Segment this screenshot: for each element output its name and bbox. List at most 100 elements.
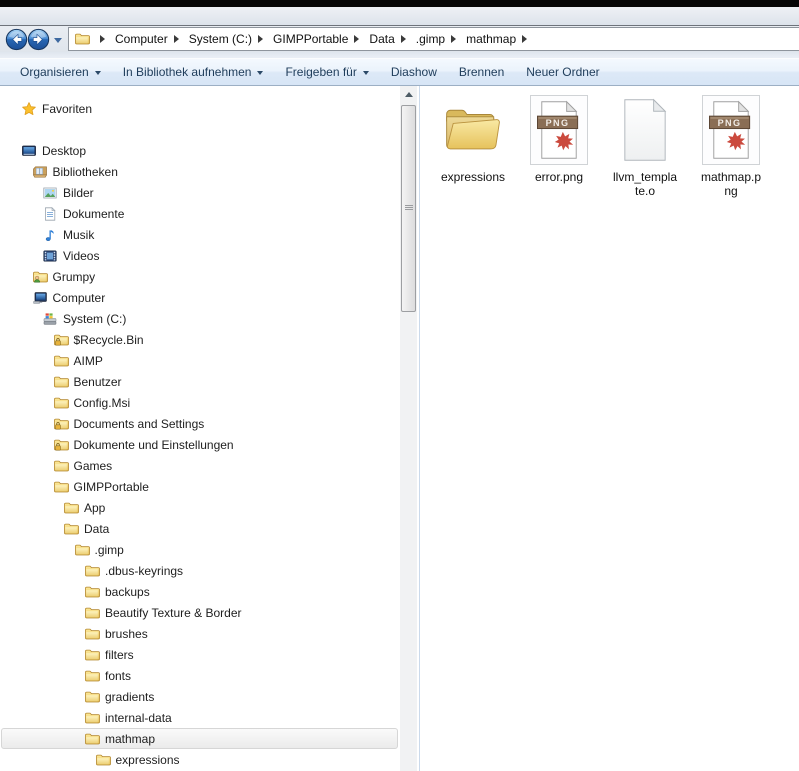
- chevron-down-icon: [257, 71, 263, 78]
- folder-icon: [84, 668, 100, 684]
- breadcrumb-item-data[interactable]: Data: [369, 32, 394, 46]
- address-bar[interactable]: Computer System (C:) GIMPPortable Data .gimp…: [68, 27, 799, 51]
- toolbar-button-freigeben-f-r[interactable]: Freigeben für: [274, 59, 379, 85]
- sidebar-item-favoriten[interactable]: Favoriten: [1, 98, 398, 119]
- file-item-error-png[interactable]: PNGerror.png: [521, 95, 597, 184]
- toolbar-button-label: Brennen: [459, 65, 504, 79]
- scroll-up-button[interactable]: [400, 88, 417, 101]
- file-item-mathmap-png[interactable]: PNGmathmap.png: [693, 95, 769, 198]
- sidebar-item-label: Config.Msi: [74, 396, 131, 410]
- sidebar-item-gimp[interactable]: .gimp: [1, 539, 398, 560]
- sidebar-item-bilder[interactable]: Bilder: [1, 182, 398, 203]
- sidebar-item-grumpy[interactable]: Grumpy: [1, 266, 398, 287]
- sidebar-item-aimp[interactable]: AIMP: [1, 350, 398, 371]
- sidebar-item-mathmap[interactable]: mathmap: [1, 728, 398, 749]
- toolbar-button-brennen[interactable]: Brennen: [448, 59, 515, 85]
- sidebar-item-dokumente-und-einstellungen[interactable]: Dokumente und Einstellungen: [1, 434, 398, 455]
- file-item-llvm-template-o[interactable]: llvm_template.o: [607, 95, 683, 198]
- folder-icon: [95, 752, 111, 768]
- sidebar-item-computer[interactable]: Computer: [1, 287, 398, 308]
- folder-icon: [84, 731, 100, 747]
- back-button[interactable]: [5, 28, 28, 51]
- sidebar-item-gimpportable[interactable]: GIMPPortable: [1, 476, 398, 497]
- sidebar-item-label: expressions: [116, 753, 180, 767]
- folder-icon: [84, 647, 100, 663]
- sidebar-item-dbus-keyrings[interactable]: .dbus-keyrings: [1, 560, 398, 581]
- scroll-up-arrow-icon: [405, 88, 413, 97]
- folder-icon: [84, 626, 100, 642]
- breadcrumb-separator-icon: [100, 35, 109, 43]
- sidebar-item-label: fonts: [105, 669, 131, 683]
- sidebar-item-label: Games: [74, 459, 113, 473]
- breadcrumb-item-computer[interactable]: Computer: [115, 32, 168, 46]
- sidebar-item-data[interactable]: Data: [1, 518, 398, 539]
- folder-lock-icon: [53, 416, 69, 432]
- toolbar-button-organisieren[interactable]: Organisieren: [9, 59, 112, 85]
- folder-lock-icon: [53, 437, 69, 453]
- png-file-icon: PNG: [530, 95, 588, 165]
- sidebar-item-system-c[interactable]: System (C:): [1, 308, 398, 329]
- sidebar-item-games[interactable]: Games: [1, 455, 398, 476]
- toolbar-button-in-bibliothek-aufnehmen[interactable]: In Bibliothek aufnehmen: [112, 59, 275, 85]
- sidebar-item-videos[interactable]: Videos: [1, 245, 398, 266]
- sidebar-item-label: App: [84, 501, 105, 515]
- sidebar-item-filters[interactable]: filters: [1, 644, 398, 665]
- drive-icon: [42, 311, 58, 327]
- sidebar-item-label: internal-data: [105, 711, 172, 725]
- sidebar-item-label: Beautify Texture & Border: [105, 606, 242, 620]
- sidebar-item-label: AIMP: [74, 354, 103, 368]
- breadcrumb-item-gimpportable[interactable]: GIMPPortable: [273, 32, 348, 46]
- sidebar-item-backups[interactable]: backups: [1, 581, 398, 602]
- sidebar-item-documents-and-settings[interactable]: Documents and Settings: [1, 413, 398, 434]
- sidebar-item-brushes[interactable]: brushes: [1, 623, 398, 644]
- sidebar-item-dokumente[interactable]: Dokumente: [1, 203, 398, 224]
- sidebar-item-desktop[interactable]: Desktop: [1, 140, 398, 161]
- sidebar-item-recycle-bin[interactable]: $Recycle.Bin: [1, 329, 398, 350]
- sidebar-item-internal-data[interactable]: internal-data: [1, 707, 398, 728]
- scrollbar-thumb[interactable]: [401, 105, 416, 312]
- sidebar-item-gradients[interactable]: gradients: [1, 686, 398, 707]
- sidebar-item-label: .dbus-keyrings: [105, 564, 183, 578]
- breadcrumb-item-system-c[interactable]: System (C:): [189, 32, 252, 46]
- breadcrumb-separator-icon: [258, 35, 267, 43]
- sidebar-item-label: Grumpy: [53, 270, 96, 284]
- sidebar-item-label: Computer: [53, 291, 106, 305]
- folder-icon: [74, 31, 90, 47]
- toolbar-button-neuer-ordner[interactable]: Neuer Ordner: [515, 59, 610, 85]
- folder-icon: [84, 563, 100, 579]
- sidebar-item-label: mathmap: [105, 732, 155, 746]
- sidebar-item-beautify-texture-border[interactable]: Beautify Texture & Border: [1, 602, 398, 623]
- desktop-icon: [21, 143, 37, 159]
- folder-icon: [53, 479, 69, 495]
- sidebar-item-config-msi[interactable]: Config.Msi: [1, 392, 398, 413]
- forward-button[interactable]: [27, 28, 50, 51]
- sidebar-item-bibliotheken[interactable]: Bibliotheken: [1, 161, 398, 182]
- file-label: mathmap.png: [701, 170, 761, 198]
- navigation-tree-pane: FavoritenDesktopBibliothekenBilderDokume…: [0, 86, 400, 771]
- sidebar-item-musik[interactable]: Musik: [1, 224, 398, 245]
- file-label: llvm_template.o: [613, 170, 677, 198]
- sidebar-item-label: backups: [105, 585, 150, 599]
- recent-pages-dropdown-icon[interactable]: [54, 38, 62, 47]
- file-item-expressions[interactable]: expressions: [435, 95, 511, 184]
- sidebar-item-label: $Recycle.Bin: [74, 333, 144, 347]
- folder-icon: [84, 584, 100, 600]
- sidebar-item-fonts[interactable]: fonts: [1, 665, 398, 686]
- folder-large-icon: [438, 95, 508, 165]
- breadcrumb-item-mathmap[interactable]: mathmap: [466, 32, 516, 46]
- command-toolbar: OrganisierenIn Bibliothek aufnehmenFreig…: [0, 58, 799, 86]
- sidebar-item-label: System (C:): [63, 312, 126, 326]
- navigation-row: Computer System (C:) GIMPPortable Data .gimp…: [0, 26, 799, 52]
- user-folder-icon: [32, 269, 48, 285]
- tree-scrollbar[interactable]: [400, 86, 417, 771]
- breadcrumb-item-gimp[interactable]: .gimp: [416, 32, 445, 46]
- sidebar-item-label: Documents and Settings: [74, 417, 205, 431]
- sidebar-item-app[interactable]: App: [1, 497, 398, 518]
- videos-icon: [42, 248, 58, 264]
- toolbar-button-diashow[interactable]: Diashow: [380, 59, 448, 85]
- libraries-icon: [32, 164, 48, 180]
- sidebar-item-benutzer[interactable]: Benutzer: [1, 371, 398, 392]
- sidebar-item-expressions[interactable]: expressions: [1, 749, 398, 770]
- folder-icon: [63, 521, 79, 537]
- folder-icon: [63, 500, 79, 516]
